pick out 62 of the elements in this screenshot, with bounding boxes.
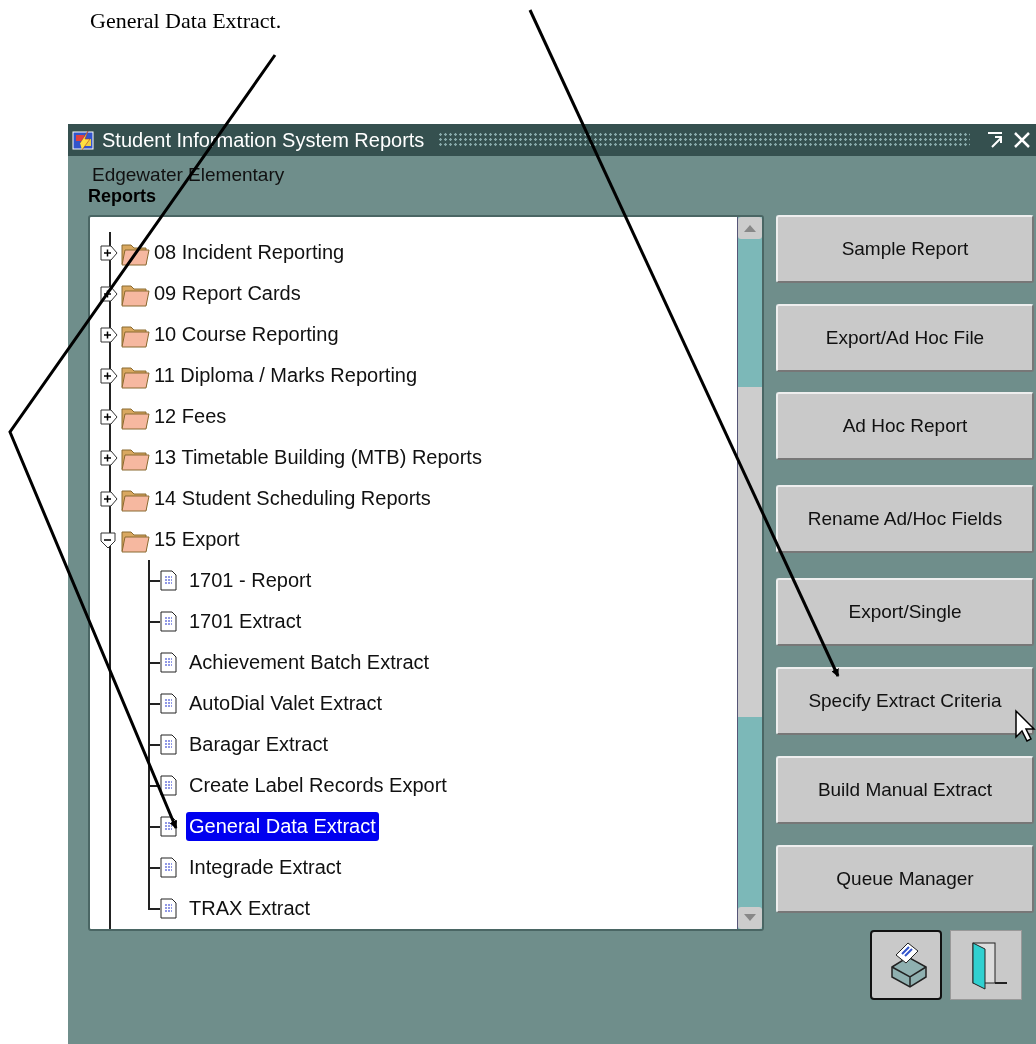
tree-folder[interactable]: 11 Diploma / Marks Reporting [100,355,737,396]
report-icon [160,651,178,674]
tree-folder[interactable]: 10 Course Reporting [100,314,737,355]
tree-report[interactable]: General Data Extract [150,806,737,847]
action-button[interactable]: Ad Hoc Report [776,392,1034,460]
app-icon [72,129,96,151]
down-arrow-icon [743,913,757,923]
tree-report[interactable]: Integrade Extract [150,847,737,888]
tree-folder[interactable]: 15 Export [100,519,737,560]
tree-folder[interactable]: 14 Student Scheduling Reports [100,478,737,519]
tree-report[interactable]: 1701 Extract [150,601,737,642]
tree-report[interactable]: Create Label Records Export [150,765,737,806]
tree-folder[interactable]: 09 Report Cards [100,273,737,314]
tree-label: 1701 - Report [188,568,313,593]
tree-report[interactable]: Achievement Batch Extract [150,642,737,683]
tree-label: AutoDial Valet Extract [188,691,384,716]
document-text: General Data Extract. [89,7,283,35]
tree-report[interactable]: 1701 - Report [150,560,737,601]
action-button[interactable]: Rename Ad/Hoc Fields [776,485,1034,553]
tree-label: General Data Extract [186,812,379,841]
tree-label: 11 Diploma / Marks Reporting [153,363,419,388]
tree-label: 14 Student Scheduling Reports [153,486,432,511]
report-icon [160,610,178,633]
tree-label: Achievement Batch Extract [188,650,431,675]
action-button[interactable]: Build Manual Extract [776,756,1034,824]
tree-label: Integrade Extract [188,855,343,880]
tree-folder[interactable]: 08 Incident Reporting [100,232,737,273]
tree-folder[interactable]: 12 Fees [100,396,737,437]
tree-label: 12 Fees [153,404,228,429]
tree-report[interactable]: Baragar Extract [150,724,737,765]
tree-label: 15 Export [153,527,241,552]
print-button[interactable] [870,930,942,1000]
report-icon [160,733,178,756]
report-icon [160,856,178,879]
scrollbar[interactable] [737,217,762,929]
mouse-pointer-icon [1014,709,1036,743]
section-heading: Reports [88,186,157,207]
tree-label: 08 Incident Reporting [153,240,346,265]
tree-label: 13 Timetable Building (MTB) Reports [153,445,483,470]
report-icon [160,897,178,920]
exit-button[interactable] [950,930,1022,1000]
tree-label: Baragar Extract [188,732,329,757]
report-icon [160,774,178,797]
window-title: Student Information System Reports [102,128,425,152]
action-button[interactable]: Queue Manager [776,845,1034,913]
tree-report[interactable]: AutoDial Valet Extract [150,683,737,724]
action-button[interactable]: Specify Extract Criteria [776,667,1034,735]
action-button[interactable]: Export/Ad Hoc File [776,304,1034,372]
tree-label: Create Label Records Export [188,773,448,798]
tree-report[interactable]: TRAX Extract [150,888,737,929]
tree-label: 1701 Extract [188,609,303,634]
tree-label: 10 Course Reporting [153,322,340,347]
up-arrow-icon [743,223,757,233]
report-icon [160,692,178,715]
scroll-thumb[interactable] [738,387,762,717]
report-icon [160,569,178,592]
tree-label: 09 Report Cards [153,281,302,306]
tree-label: TRAX Extract [188,896,312,921]
action-button[interactable]: Export/Single [776,578,1034,646]
action-button[interactable]: Sample Report [776,215,1034,283]
close-icon[interactable] [1012,130,1032,150]
tree-folder[interactable]: 13 Timetable Building (MTB) Reports [100,437,737,478]
